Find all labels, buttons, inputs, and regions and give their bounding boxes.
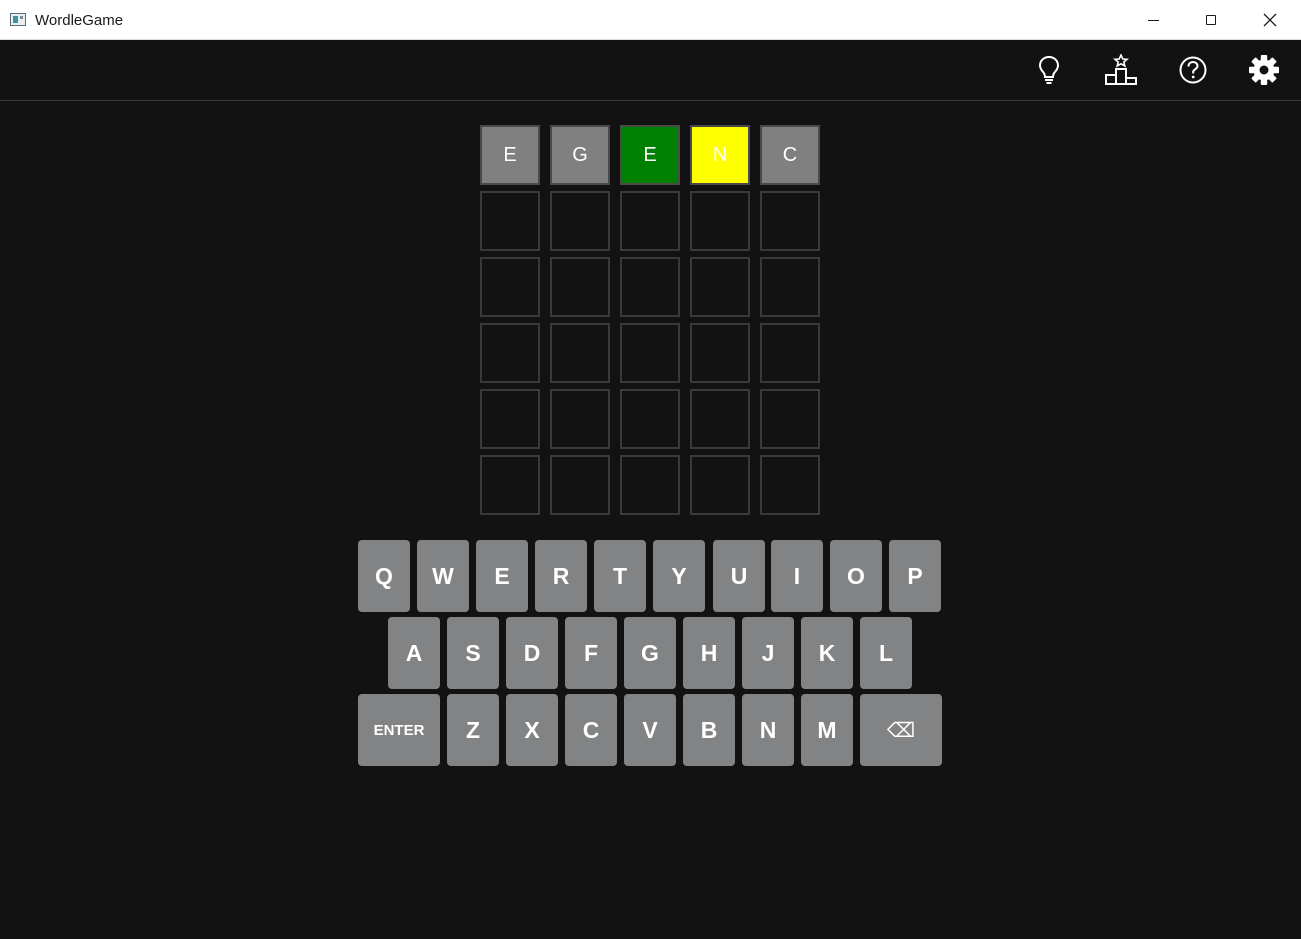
board-tile: N: [690, 125, 750, 185]
board-tile: [620, 323, 680, 383]
board-tile: [550, 257, 610, 317]
key-d[interactable]: D: [506, 617, 558, 689]
board-row: [480, 323, 820, 383]
on-screen-keyboard: Q W E R T Y U I O P A S D F G H J K L EN…: [358, 540, 942, 771]
board-tile: C: [760, 125, 820, 185]
help-icon: [1179, 56, 1207, 84]
key-t[interactable]: T: [594, 540, 646, 612]
board-tile: [690, 455, 750, 515]
key-k[interactable]: K: [801, 617, 853, 689]
lightbulb-icon: [1038, 55, 1060, 84]
keyboard-row: A S D F G H J K L: [358, 617, 941, 689]
game-board: E G E N C: [480, 125, 820, 521]
key-n[interactable]: N: [742, 694, 794, 766]
key-c[interactable]: C: [565, 694, 617, 766]
leaderboard-button[interactable]: [1103, 52, 1139, 88]
key-w[interactable]: W: [417, 540, 469, 612]
gear-icon: [1249, 55, 1279, 85]
board-tile: [690, 257, 750, 317]
board-tile: [690, 191, 750, 251]
board-tile: [480, 257, 540, 317]
key-m[interactable]: M: [801, 694, 853, 766]
key-h[interactable]: H: [683, 617, 735, 689]
key-z[interactable]: Z: [447, 694, 499, 766]
board-row: [480, 455, 820, 515]
close-button[interactable]: [1241, 0, 1299, 40]
key-s[interactable]: S: [447, 617, 499, 689]
key-a[interactable]: A: [388, 617, 440, 689]
board-row: E G E N C: [480, 125, 820, 185]
board-tile: [480, 323, 540, 383]
backspace-key[interactable]: ⌫: [860, 694, 942, 766]
board-tile: E: [480, 125, 540, 185]
app-header: [0, 40, 1301, 101]
key-x[interactable]: X: [506, 694, 558, 766]
window-title: WordleGame: [35, 12, 124, 29]
key-b[interactable]: B: [683, 694, 735, 766]
board-tile: [480, 191, 540, 251]
board-tile: [690, 389, 750, 449]
key-u[interactable]: U: [713, 540, 765, 612]
close-icon: [1263, 13, 1277, 27]
board-tile: [620, 191, 680, 251]
leaderboard-icon: [1105, 54, 1137, 85]
key-l[interactable]: L: [860, 617, 912, 689]
board-tile: [620, 455, 680, 515]
board-tile: [760, 323, 820, 383]
key-q[interactable]: Q: [358, 540, 410, 612]
board-tile: [550, 455, 610, 515]
board-tile: [620, 257, 680, 317]
key-i[interactable]: I: [771, 540, 823, 612]
key-e[interactable]: E: [476, 540, 528, 612]
board-tile: [760, 257, 820, 317]
board-tile: [480, 389, 540, 449]
window-title-bar: WordleGame: [0, 0, 1301, 40]
board-tile: [690, 323, 750, 383]
keyboard-row: Q W E R T Y U I O P: [358, 540, 941, 612]
hint-button[interactable]: [1031, 52, 1067, 88]
board-tile: [760, 455, 820, 515]
board-row: [480, 389, 820, 449]
minimize-icon: [1147, 19, 1159, 21]
minimize-button[interactable]: [1124, 0, 1182, 40]
board-row: [480, 191, 820, 251]
keyboard-row: ENTER Z X C V B N M ⌫: [358, 694, 942, 766]
enter-key[interactable]: ENTER: [358, 694, 440, 766]
key-f[interactable]: F: [565, 617, 617, 689]
key-r[interactable]: R: [535, 540, 587, 612]
key-p[interactable]: P: [889, 540, 941, 612]
key-v[interactable]: V: [624, 694, 676, 766]
board-tile: [480, 455, 540, 515]
maximize-icon: [1206, 15, 1216, 25]
board-tile: [550, 191, 610, 251]
board-row: [480, 257, 820, 317]
key-o[interactable]: O: [830, 540, 882, 612]
settings-button[interactable]: [1246, 52, 1282, 88]
board-tile: E: [620, 125, 680, 185]
key-g[interactable]: G: [624, 617, 676, 689]
help-button[interactable]: [1175, 52, 1211, 88]
maximize-button[interactable]: [1182, 0, 1240, 40]
board-tile: G: [550, 125, 610, 185]
board-tile: [760, 389, 820, 449]
board-tile: [760, 191, 820, 251]
board-tile: [550, 323, 610, 383]
app-icon: [10, 13, 26, 26]
board-tile: [620, 389, 680, 449]
key-y[interactable]: Y: [653, 540, 705, 612]
key-j[interactable]: J: [742, 617, 794, 689]
board-tile: [550, 389, 610, 449]
